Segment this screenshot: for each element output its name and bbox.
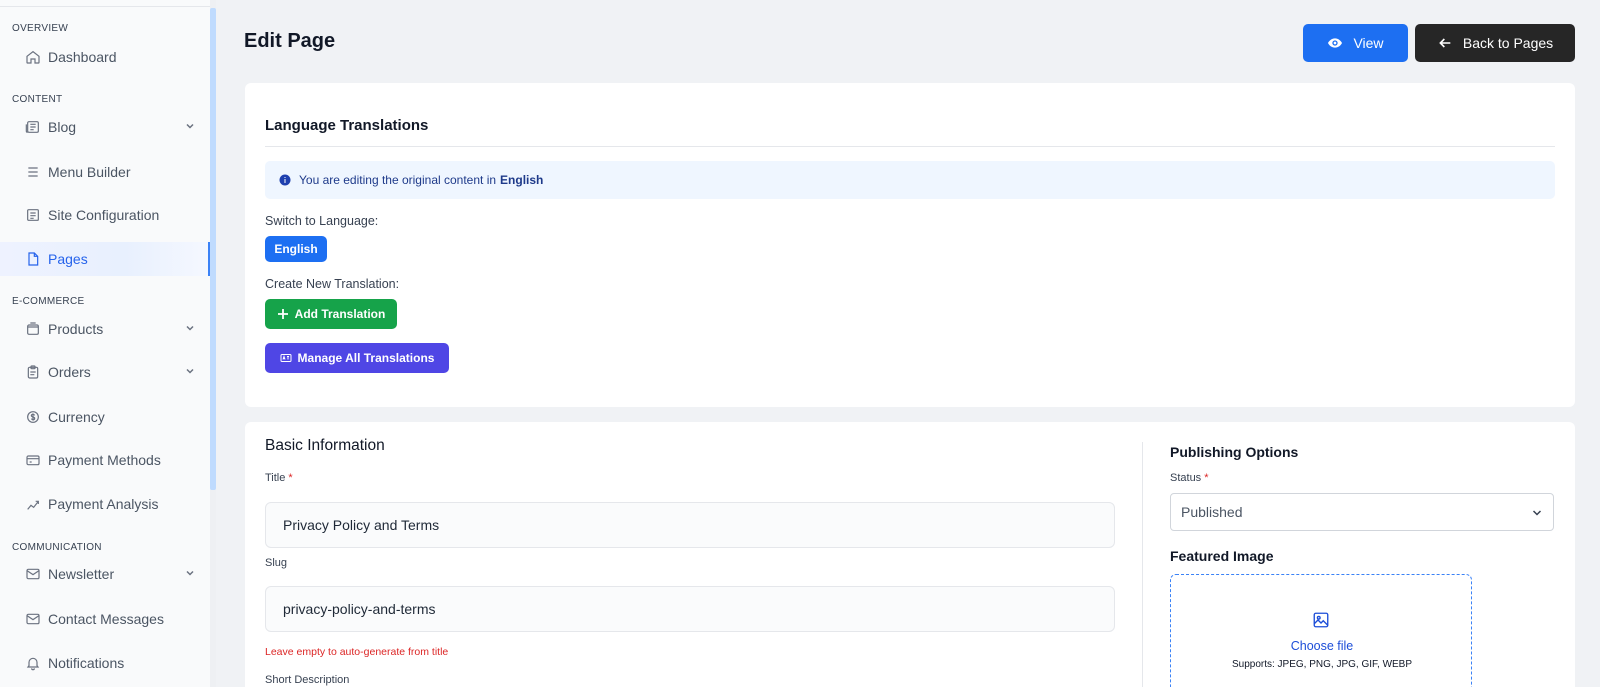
sidebar-item-label: Site Configuration xyxy=(48,207,160,223)
info-text: You are editing the original content in xyxy=(299,173,497,187)
page-title: Edit Page xyxy=(244,30,336,52)
switch-language-label: Switch to Language: xyxy=(265,214,379,228)
section-ecommerce: E-COMMERCE xyxy=(12,296,85,307)
section-content: CONTENT xyxy=(12,94,63,105)
chevron-down-icon xyxy=(186,123,194,129)
sidebar-top-divider xyxy=(0,6,216,7)
sidebar-item-payment-methods[interactable]: Payment Methods xyxy=(0,443,210,477)
sidebar-item-newsletter[interactable]: Newsletter xyxy=(0,557,210,591)
sidebar-item-blog[interactable]: Blog xyxy=(0,110,210,144)
chart-line-icon xyxy=(24,495,42,513)
sidebar-item-contact-messages[interactable]: Contact Messages xyxy=(0,602,210,636)
language-english-button[interactable]: English xyxy=(265,236,327,262)
section-communication: COMMUNICATION xyxy=(12,542,102,553)
sidebar-item-label: Payment Analysis xyxy=(48,496,159,512)
status-label: Status * xyxy=(1170,472,1209,484)
language-icon xyxy=(280,354,292,362)
newspaper-icon xyxy=(24,118,42,136)
sidebar-item-label: Menu Builder xyxy=(48,164,131,180)
sidebar-item-label: Newsletter xyxy=(48,566,115,582)
view-button-label: View xyxy=(1353,35,1384,51)
featured-image-dropzone[interactable]: Choose file Supports: JPEG, PNG, JPG, GI… xyxy=(1170,574,1472,687)
slug-hint: Leave empty to auto-generate from title xyxy=(265,646,449,658)
file-icon xyxy=(24,250,42,268)
sidebar: OVERVIEW Dashboard CONTENT Blog Menu Bui… xyxy=(0,0,216,687)
chevron-down-icon xyxy=(1532,510,1542,516)
image-icon xyxy=(1313,612,1329,628)
chevron-down-icon xyxy=(186,570,194,576)
document-list-icon xyxy=(24,206,42,224)
plus-icon xyxy=(277,309,288,319)
title-label: Title * xyxy=(265,472,293,484)
title-input[interactable]: Privacy Policy and Terms xyxy=(265,502,1115,548)
sidebar-item-label: Orders xyxy=(48,364,91,380)
translations-divider xyxy=(265,146,1555,147)
view-button[interactable]: View xyxy=(1303,24,1408,62)
add-translation-label: Add Translation xyxy=(294,307,386,321)
bell-icon xyxy=(24,654,42,672)
sidebar-scrollbar-thumb[interactable] xyxy=(210,8,216,490)
credit-card-icon xyxy=(24,451,42,469)
back-button-label: Back to Pages xyxy=(1462,35,1554,51)
sidebar-item-label: Contact Messages xyxy=(48,611,164,627)
sidebar-item-label: Notifications xyxy=(48,655,125,671)
publishing-options-title: Publishing Options xyxy=(1170,444,1299,460)
info-language: English xyxy=(500,173,544,187)
sidebar-item-label: Products xyxy=(48,321,104,337)
sidebar-item-currency[interactable]: Currency xyxy=(0,400,210,434)
sidebar-item-products[interactable]: Products xyxy=(0,312,210,346)
featured-image-title: Featured Image xyxy=(1170,548,1274,564)
sidebar-item-label: Pages xyxy=(48,251,88,267)
mail-icon xyxy=(24,565,42,583)
arrow-left-icon xyxy=(1439,38,1451,48)
page-form-card: Basic Information Title * Privacy Policy … xyxy=(245,422,1575,687)
chevron-down-icon xyxy=(186,368,194,374)
column-divider xyxy=(1142,442,1143,687)
add-translation-button[interactable]: Add Translation xyxy=(265,299,397,329)
sidebar-item-label: Dashboard xyxy=(48,49,117,65)
status-value: Published xyxy=(1181,504,1243,520)
envelope-icon xyxy=(24,610,42,628)
eye-icon xyxy=(1328,38,1343,48)
choose-file-link[interactable]: Choose file xyxy=(1171,639,1473,653)
menu-icon xyxy=(24,163,42,181)
box-icon xyxy=(24,320,42,338)
manage-translations-label: Manage All Translations xyxy=(297,351,435,365)
sidebar-item-notifications[interactable]: Notifications xyxy=(0,646,210,680)
sidebar-item-orders[interactable]: Orders xyxy=(0,355,210,389)
sidebar-item-payment-analysis[interactable]: Payment Analysis xyxy=(0,487,210,521)
sidebar-item-label: Currency xyxy=(48,409,105,425)
sidebar-item-label: Blog xyxy=(48,119,77,135)
currency-exchange-icon xyxy=(24,408,42,426)
sidebar-item-label: Payment Methods xyxy=(48,452,161,468)
editing-info-alert: You are editing the original content in … xyxy=(265,161,1555,199)
short-description-label: Short Description xyxy=(265,674,350,686)
translations-title: Language Translations xyxy=(265,117,429,134)
sidebar-item-menu-builder[interactable]: Menu Builder xyxy=(0,155,210,189)
home-icon xyxy=(24,48,42,66)
chevron-down-icon xyxy=(186,325,194,331)
basic-info-title: Basic Information xyxy=(265,437,385,454)
supported-formats-text: Supports: JPEG, PNG, JPG, GIF, WEBP xyxy=(1231,659,1413,670)
section-overview: OVERVIEW xyxy=(12,23,69,34)
status-select[interactable]: Published xyxy=(1170,493,1554,531)
clipboard-icon xyxy=(24,363,42,381)
sidebar-item-dashboard[interactable]: Dashboard xyxy=(0,40,210,74)
sidebar-item-pages[interactable]: Pages xyxy=(0,242,210,276)
info-icon xyxy=(279,174,291,186)
create-translation-label: Create New Translation: xyxy=(265,277,400,291)
slug-input[interactable]: privacy-policy-and-terms xyxy=(265,586,1115,632)
sidebar-item-site-configuration[interactable]: Site Configuration xyxy=(0,198,210,232)
back-to-pages-button[interactable]: Back to Pages xyxy=(1415,24,1575,62)
language-translations-card: Language Translations You are editing th… xyxy=(245,83,1575,407)
slug-label: Slug xyxy=(265,557,288,569)
manage-translations-button[interactable]: Manage All Translations xyxy=(265,343,449,373)
